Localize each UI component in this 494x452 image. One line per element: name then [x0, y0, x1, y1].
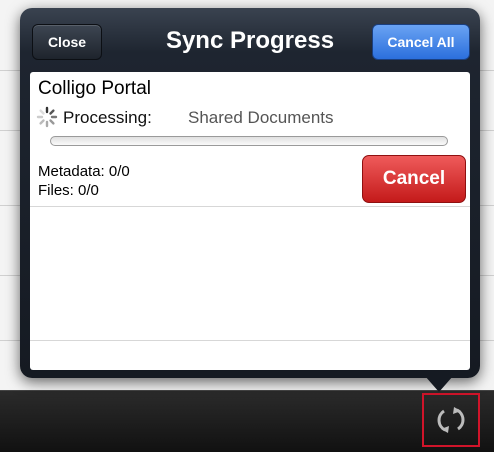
processing-label: Processing:: [63, 108, 152, 127]
popover-title: Sync Progress: [165, 27, 335, 54]
sync-button[interactable]: [422, 393, 480, 447]
sync-progress-bar: [50, 136, 448, 146]
files-count: Files: 0/0: [38, 182, 99, 199]
popover-nav-bar: Close Sync Progress Cancel All: [20, 8, 480, 72]
processing-target: Shared Documents: [188, 108, 334, 127]
sync-icon: [437, 407, 465, 433]
bottom-toolbar: [0, 390, 494, 452]
sync-list: Colligo Portal Processing: Shared Docume…: [30, 72, 470, 370]
close-button[interactable]: Close: [32, 24, 102, 60]
cancel-button[interactable]: Cancel: [362, 155, 466, 203]
sync-counts: Metadata: 0/0 Files: 0/0: [38, 162, 130, 200]
sync-progress-popover: Close Sync Progress Cancel All Colligo P…: [20, 8, 480, 378]
list-separator: [30, 340, 470, 341]
metadata-count: Metadata: 0/0: [38, 163, 130, 180]
list-separator: [30, 206, 470, 207]
popover-arrow: [425, 376, 453, 392]
sync-item-title: Colligo Portal: [38, 78, 151, 99]
cancel-all-button[interactable]: Cancel All: [372, 24, 470, 60]
activity-spinner-icon: [36, 106, 58, 128]
